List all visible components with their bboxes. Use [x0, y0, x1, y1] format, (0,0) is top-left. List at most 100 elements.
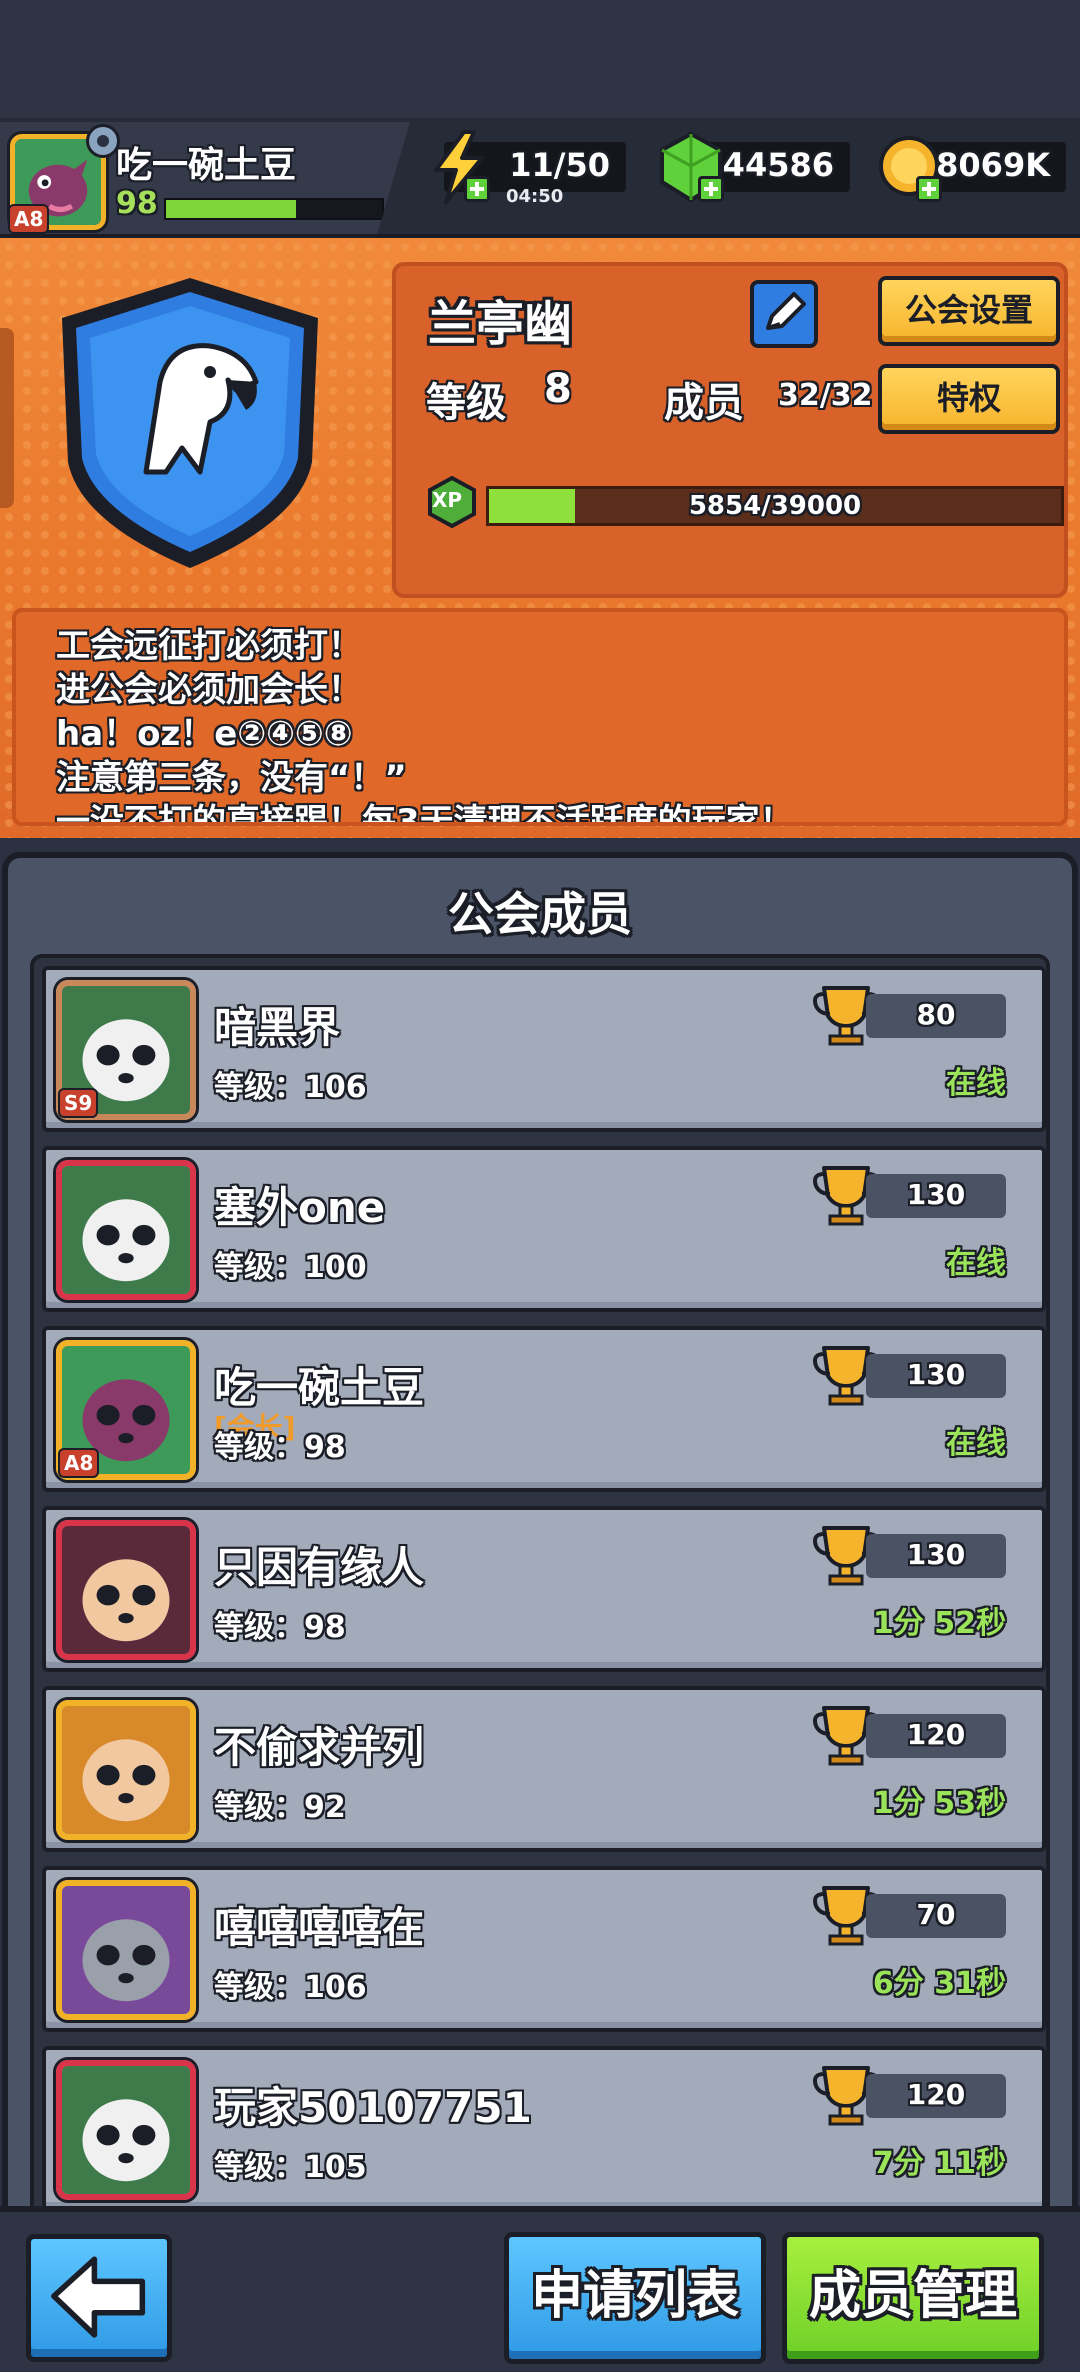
guild-level-label: 等级	[426, 380, 506, 426]
guild-settings-button[interactable]: 公会设置	[878, 276, 1060, 346]
member-row[interactable]: 嘻嘻嘻嘻在等级：106 70 6分 31秒	[42, 1866, 1046, 2032]
member-level: 等级：105	[214, 2150, 367, 2185]
trophy-count-box: 130	[866, 1354, 1006, 1398]
member-avatar[interactable]	[56, 1880, 196, 2020]
guild-members-label: 成员	[664, 380, 744, 426]
member-name: 嘻嘻嘻嘻在	[214, 1903, 425, 1952]
guild-info-box: 兰亭幽 公会设置 等级 8 成员 32/32 特权 XP 5854/39000	[392, 262, 1068, 598]
gems-counter[interactable]: 44586	[660, 132, 850, 202]
member-name: 玩家50107751	[214, 2083, 532, 2132]
members-list[interactable]: S9 暗黑界 等级：106 80 在线 塞外one 等级：100 130 在线 A8 吃一碗土豆 [会…	[30, 954, 1050, 2218]
energy-plus-icon[interactable]	[464, 176, 490, 202]
member-row[interactable]: S9 暗黑界等级：106 80 在线	[42, 966, 1046, 1132]
member-avatar[interactable]	[56, 1700, 196, 1840]
gold-value: 8069K	[936, 146, 1050, 184]
trophy-count-box: 120	[866, 2074, 1006, 2118]
member-name: 不偷求并列	[214, 1723, 425, 1772]
back-arrow-icon	[51, 2256, 146, 2338]
trophy-count-box: 80	[866, 994, 1006, 1038]
trophy-count: 120	[906, 1718, 966, 1751]
member-name: 暗黑界	[214, 1003, 341, 1052]
member-avatar-icon	[62, 1166, 190, 1294]
member-level: 等级：106	[214, 1970, 367, 2005]
member-row[interactable]: A8 吃一碗土豆 [会长] 等级：98 130 在线	[42, 1326, 1046, 1492]
member-status: 在线	[946, 1066, 1006, 1101]
eagle-shield-icon[interactable]	[50, 272, 330, 572]
player-panel[interactable]: A8 吃一碗土豆 98	[0, 122, 410, 234]
player-level: 98	[116, 186, 158, 221]
member-name: 塞外one	[214, 1183, 386, 1232]
members-title: 公会成员	[448, 887, 632, 941]
notice-line: 注意第三条，没有“！”	[56, 758, 407, 798]
gems-value: 44586	[722, 146, 834, 184]
notice-line: 一没不打的直接踢！每3天清理不活跃度的玩家！	[56, 802, 794, 826]
member-status: 1分 52秒	[872, 1606, 1006, 1641]
energy-counter[interactable]: 11/50 04:50	[434, 130, 626, 207]
member-level: 等级：100	[214, 1250, 367, 1285]
trophy-count: 120	[906, 2078, 966, 2111]
guild-level-value: 8	[544, 366, 572, 412]
gear-badge-icon	[86, 124, 120, 158]
members-panel: 公会成员 S9 暗黑界 等级：106 80 在线 塞外one 等级：100 130 在线 A8 吃一…	[2, 852, 1078, 2218]
side-tab[interactable]	[0, 328, 14, 508]
member-avatar-icon	[62, 1526, 190, 1654]
guild-name: 兰亭幽	[428, 296, 573, 352]
player-xp-fill	[166, 200, 296, 218]
member-row[interactable]: 不偷求并列等级：92 120 1分 53秒	[42, 1686, 1046, 1852]
gold-counter[interactable]: 8069K	[879, 136, 1066, 202]
guild-notice[interactable]: 工会远征打必须打！ 进公会必须加会长！ ha！oz！e②④⑤⑧ 注意第三条，没有…	[12, 608, 1068, 826]
guild-xp-text: 5854/39000	[688, 491, 862, 521]
player-name: 吃一碗土豆	[116, 145, 297, 186]
member-status: 在线	[946, 1426, 1006, 1461]
notice-line: 工会远征打必须打！	[56, 626, 362, 666]
member-name: 只因有缘人	[214, 1543, 425, 1592]
member-status: 6分 31秒	[872, 1966, 1006, 2001]
member-avatar[interactable]	[56, 1520, 196, 1660]
player-xp-bar	[164, 198, 384, 220]
back-button[interactable]	[26, 2234, 172, 2362]
gems-plus-icon[interactable]	[698, 176, 724, 202]
member-avatar[interactable]	[56, 2060, 196, 2200]
player-tier-badge: A8	[8, 204, 50, 234]
bottom-bar: 申请列表 成员管理	[0, 2206, 1080, 2372]
member-avatar-icon	[62, 2066, 190, 2194]
member-status: 7分 11秒	[872, 2146, 1006, 2181]
pencil-icon	[766, 292, 806, 330]
member-row[interactable]: 只因有缘人等级：98 130 1分 52秒	[42, 1506, 1046, 1672]
trophy-count-box: 130	[866, 1534, 1006, 1578]
trophy-count: 130	[906, 1538, 966, 1571]
trophy-count-box: 130	[866, 1174, 1006, 1218]
member-status: 1分 53秒	[872, 1786, 1006, 1821]
trophy-count-box: 70	[866, 1894, 1006, 1938]
member-level: 等级：98	[214, 1610, 346, 1645]
member-avatar-icon	[62, 1706, 190, 1834]
guild-info-area: 兰亭幽 公会设置 等级 8 成员 32/32 特权 XP 5854/39000 …	[0, 238, 1080, 838]
member-tier-badge: A8	[58, 1448, 100, 1478]
status-strip	[0, 0, 1080, 118]
member-status: 在线	[946, 1246, 1006, 1281]
trophy-count-box: 120	[866, 1714, 1006, 1758]
guild-xp-bar: 5854/39000	[486, 486, 1064, 526]
member-avatar[interactable]	[56, 1160, 196, 1300]
trophy-count: 70	[916, 1898, 956, 1931]
trophy-count: 80	[916, 998, 956, 1031]
notice-line: 进公会必须加会长！	[56, 670, 362, 710]
guild-members-value: 32/32	[778, 378, 873, 413]
member-level: 等级：106	[214, 1070, 367, 1105]
privilege-button[interactable]: 特权	[878, 364, 1060, 434]
member-row[interactable]: 玩家50107751 等级：105 120 7分 11秒	[42, 2046, 1046, 2212]
xp-badge-label: XP	[432, 488, 463, 512]
member-row[interactable]: 塞外one 等级：100 130 在线	[42, 1146, 1046, 1312]
member-level: 等级：92	[214, 1790, 346, 1825]
energy-value: 11/50	[509, 146, 610, 184]
top-bar: A8 吃一碗土豆 98 11/50 04:50 44586 8069K	[0, 118, 1080, 238]
energy-timer: 04:50	[506, 186, 564, 207]
member-avatar-icon	[62, 1886, 190, 2014]
trophy-count: 130	[906, 1178, 966, 1211]
notice-line: ha！oz！e②④⑤⑧	[56, 714, 353, 754]
trophy-count: 130	[906, 1358, 966, 1391]
member-manage-button[interactable]: 成员管理	[782, 2232, 1044, 2364]
apply-list-button[interactable]: 申请列表	[504, 2232, 766, 2364]
member-tier-badge: S9	[58, 1088, 99, 1118]
edit-guild-name-button[interactable]	[750, 280, 818, 348]
